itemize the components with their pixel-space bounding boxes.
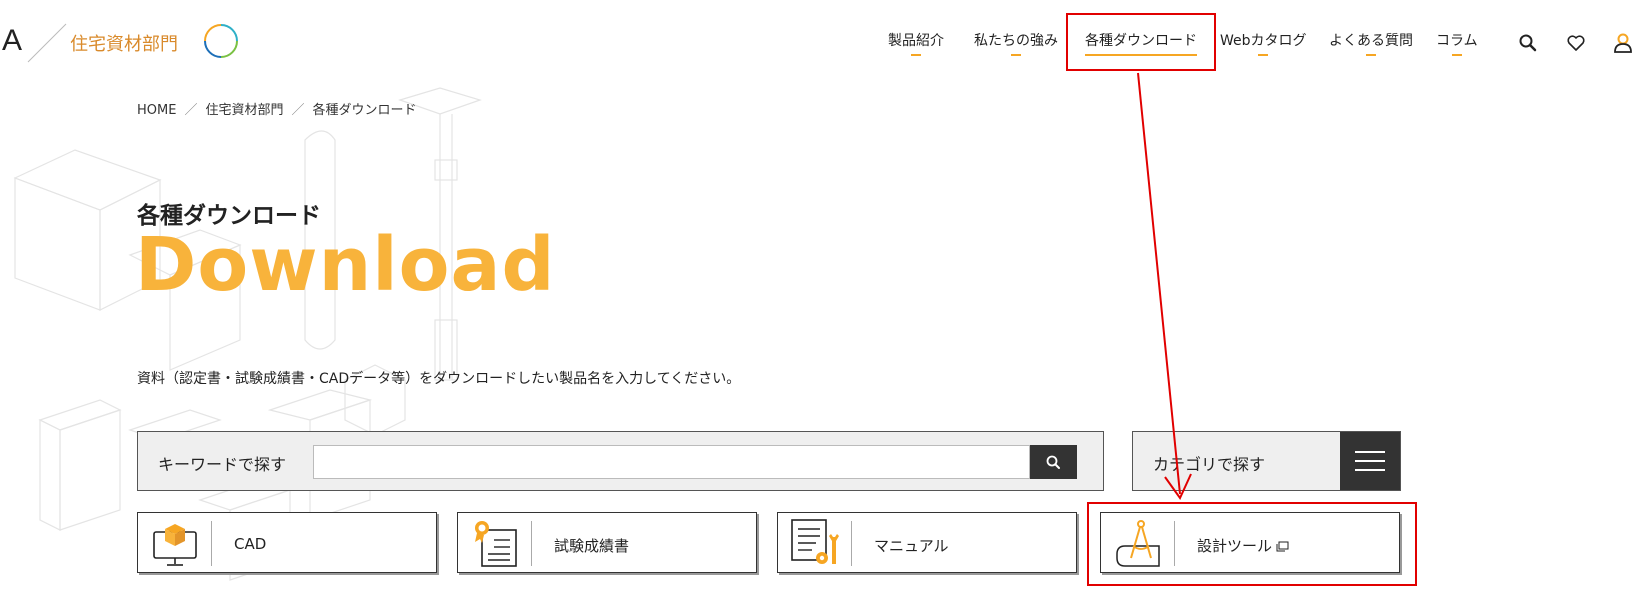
nav-underline xyxy=(1451,54,1462,56)
search-icon xyxy=(1046,455,1060,469)
breadcrumb-division[interactable]: 住宅資材部門 xyxy=(205,103,283,118)
card-divider xyxy=(531,521,532,566)
certificate-icon xyxy=(475,521,517,567)
hamburger-menu-icon xyxy=(1340,432,1400,490)
page-description: 資料（認定書・試験成績書・CADデータ等）をダウンロードしたい製品名を入力してく… xyxy=(137,371,741,387)
hero-title: Download xyxy=(135,222,556,308)
nav-underline xyxy=(1366,54,1376,56)
nav-downloads[interactable]: 各種ダウンロード xyxy=(1085,30,1197,56)
nav-faq[interactable]: よくある質問 xyxy=(1329,30,1413,56)
nav-strengths[interactable]: 私たちの強み xyxy=(974,30,1058,56)
category-search-button[interactable]: カテゴリで探す xyxy=(1132,431,1401,491)
card-manual[interactable]: マニュアル xyxy=(777,512,1077,573)
keyword-search-input[interactable] xyxy=(313,445,1030,479)
card-test-report[interactable]: 試験成績書 xyxy=(457,512,757,573)
breadcrumb-separator: ／ xyxy=(291,103,305,118)
nav-underline-active xyxy=(1085,54,1197,56)
heart-icon[interactable] xyxy=(1565,32,1587,54)
nav-products[interactable]: 製品紹介 xyxy=(888,30,944,56)
card-cad[interactable]: CAD xyxy=(137,512,437,573)
nav-underline xyxy=(1258,54,1269,56)
user-icon[interactable] xyxy=(1612,32,1634,54)
main-nav: 製品紹介 私たちの強み 各種ダウンロード Webカタログ よくある質問 コラム xyxy=(0,30,1645,60)
manual-tools-icon xyxy=(791,519,839,564)
computer-box-icon xyxy=(153,524,197,566)
category-search-label: カテゴリで探す xyxy=(1153,455,1266,474)
card-label: マニュアル xyxy=(874,537,949,555)
card-label: CAD xyxy=(234,535,267,553)
breadcrumb-home[interactable]: HOME xyxy=(137,103,176,118)
breadcrumb-current: 各種ダウンロード xyxy=(312,103,417,118)
nav-column[interactable]: コラム xyxy=(1436,30,1478,56)
highlight-box-design-tool xyxy=(1087,502,1417,586)
card-label: 試験成績書 xyxy=(554,537,630,555)
card-divider xyxy=(211,521,212,566)
site-header: A 住宅資材部門 製品紹介 私たちの強み 各種ダウンロード Webカタログ よく… xyxy=(0,0,1645,84)
keyword-search-button[interactable] xyxy=(1030,445,1077,479)
nav-underline xyxy=(911,54,921,56)
breadcrumb-separator: ／ xyxy=(184,103,198,118)
keyword-search-label: キーワードで探す xyxy=(158,455,287,474)
keyword-search-box: キーワードで探す xyxy=(137,431,1104,491)
nav-web-catalog[interactable]: Webカタログ xyxy=(1220,30,1307,56)
nav-underline xyxy=(1011,54,1021,56)
search-icon[interactable] xyxy=(1517,32,1539,54)
breadcrumb: HOME ／ 住宅資材部門 ／ 各種ダウンロード xyxy=(137,99,417,118)
card-divider xyxy=(851,521,852,566)
